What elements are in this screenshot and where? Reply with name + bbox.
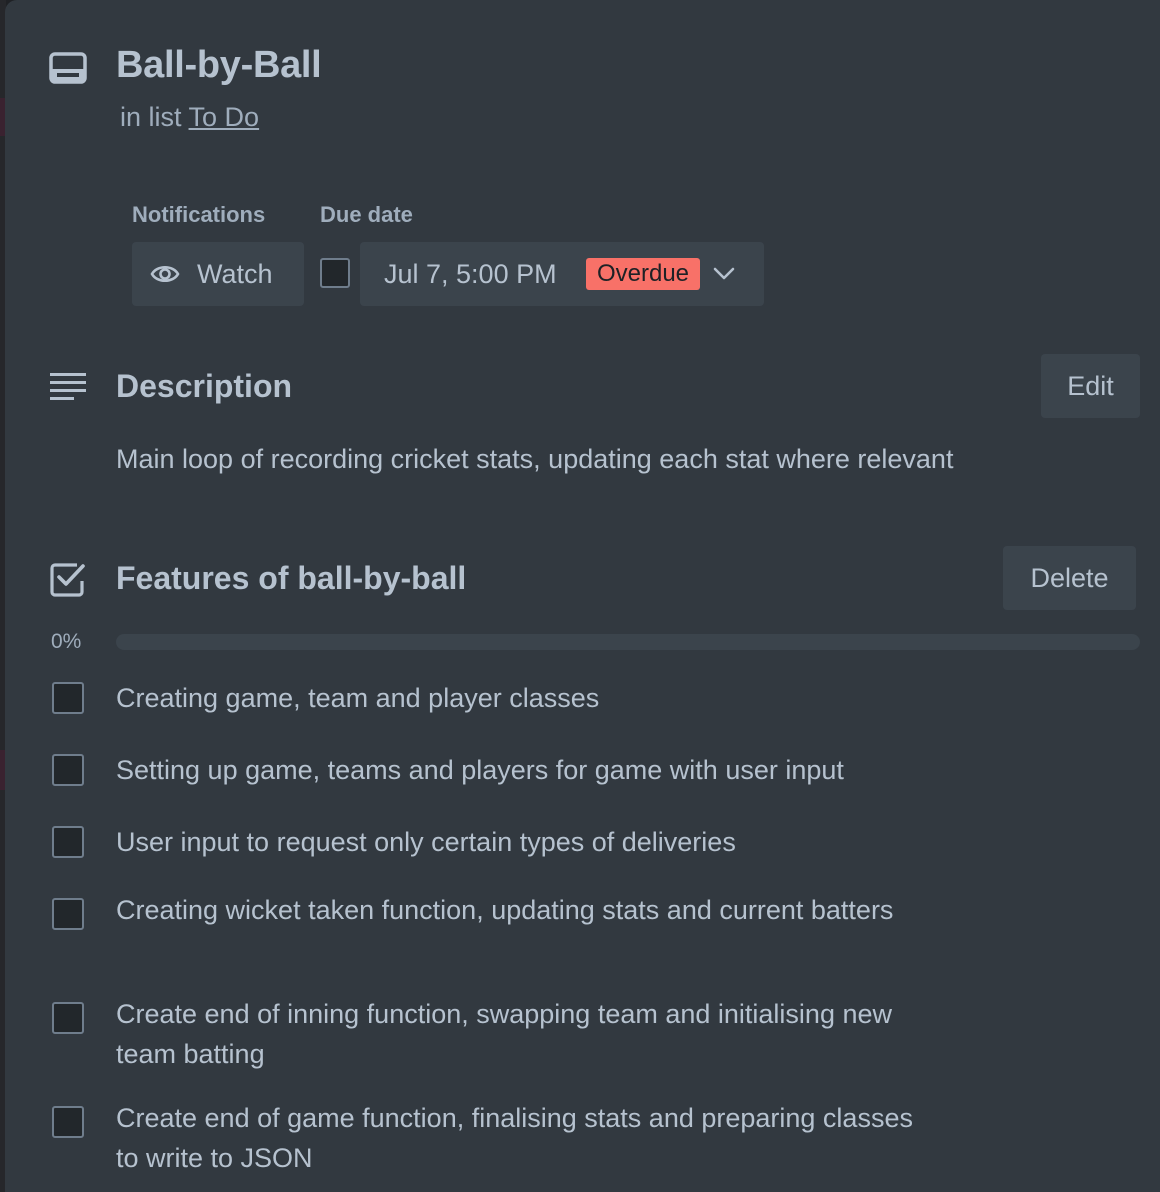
checklist-item-checkbox[interactable]	[52, 1106, 84, 1138]
due-date-complete-checkbox[interactable]	[320, 258, 350, 288]
checklist-item-checkbox[interactable]	[52, 1002, 84, 1034]
checklist-item-text[interactable]: Creating wicket taken function, updating…	[116, 890, 916, 930]
checklist-item-text[interactable]: Setting up game, teams and players for g…	[116, 750, 916, 790]
checklist-title[interactable]: Features of ball-by-ball	[116, 560, 466, 597]
description-title: Description	[116, 368, 293, 404]
due-date-button[interactable]: Jul 7, 5:00 PM Overdue	[360, 242, 764, 306]
checklist-item-text[interactable]: User input to request only certain types…	[116, 822, 916, 862]
list-link[interactable]: To Do	[189, 102, 260, 132]
card-icon	[49, 52, 87, 84]
due-date-value: Jul 7, 5:00 PM	[384, 259, 557, 289]
checklist-item-text[interactable]: Create end of inning function, swapping …	[116, 994, 916, 1074]
checklist-icon	[50, 561, 86, 597]
due-date-label: Due date	[320, 202, 413, 227]
description-icon	[49, 372, 87, 402]
notifications-label: Notifications	[132, 202, 266, 227]
checklist-item-text[interactable]: Create end of game function, finalising …	[116, 1098, 916, 1178]
edit-description-button[interactable]: Edit	[1041, 354, 1140, 418]
checklist-progress-percent: 0%	[51, 630, 82, 653]
card-detail-modal: Ball-by-Ball in list To Do Notifications…	[5, 0, 1160, 1192]
eye-icon	[150, 261, 180, 287]
overdue-badge: Overdue	[586, 258, 700, 290]
delete-checklist-button[interactable]: Delete	[1003, 546, 1136, 610]
watch-label: Watch	[197, 259, 273, 289]
checklist-item-text[interactable]: Creating game, team and player classes	[116, 678, 916, 718]
checklist-item-checkbox[interactable]	[52, 826, 84, 858]
checklist-progress-bar	[116, 634, 1140, 650]
checklist-item-checkbox[interactable]	[52, 898, 84, 930]
checklist-item-checkbox[interactable]	[52, 754, 84, 786]
list-reference: in list To Do	[120, 102, 259, 133]
card-title[interactable]: Ball-by-Ball	[116, 44, 322, 87]
checklist-item-checkbox[interactable]	[52, 682, 84, 714]
description-text[interactable]: Main loop of recording cricket stats, up…	[116, 444, 953, 475]
in-list-prefix: in list	[120, 102, 182, 132]
chevron-down-icon	[712, 264, 736, 282]
watch-button[interactable]: Watch	[132, 242, 304, 306]
